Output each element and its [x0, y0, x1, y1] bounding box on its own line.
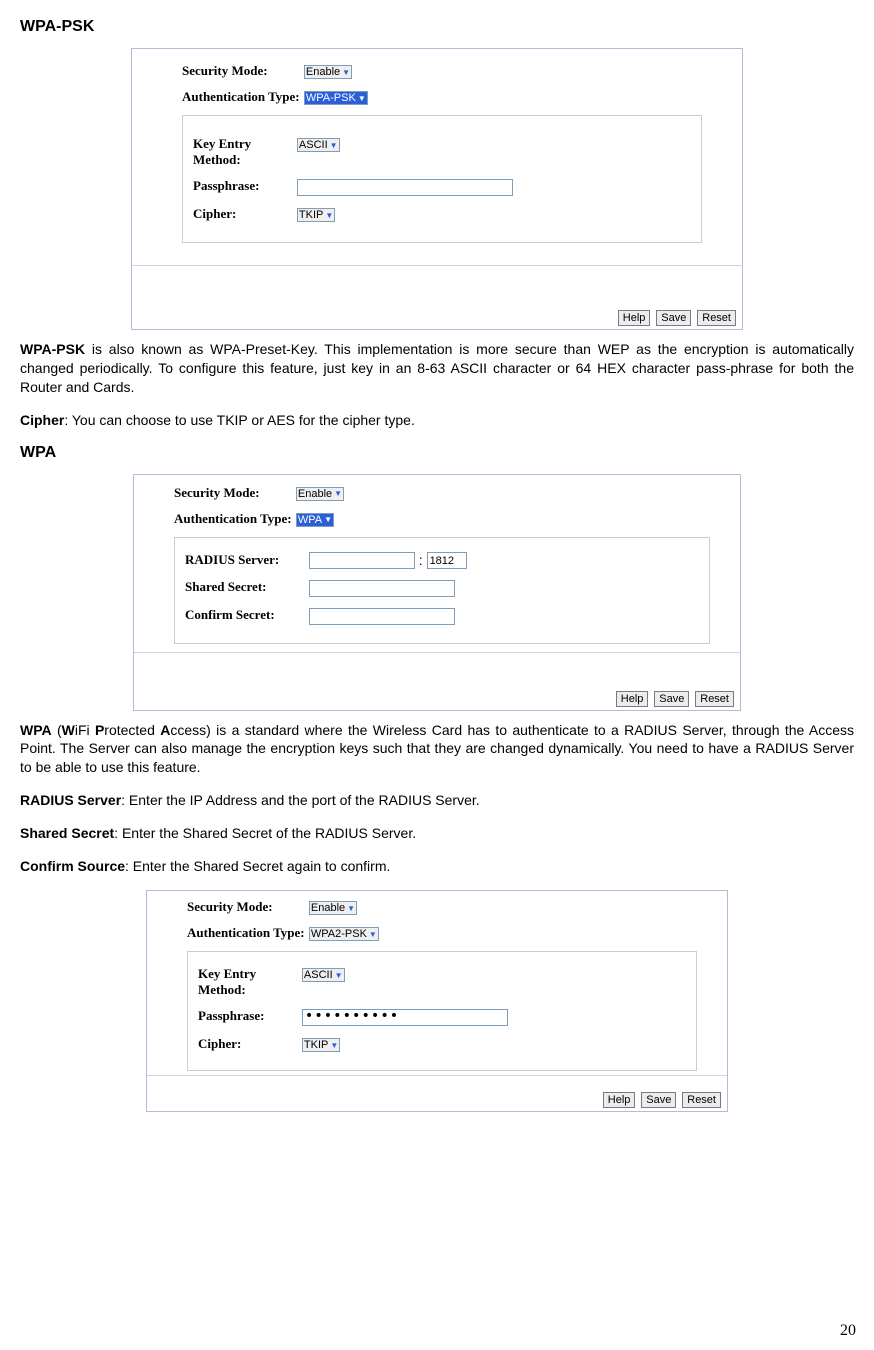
reset-button[interactable]: Reset	[682, 1092, 721, 1108]
label-security-mode: Security Mode:	[182, 63, 300, 79]
select-cipher[interactable]: TKIP▼	[297, 208, 335, 222]
help-button[interactable]: Help	[618, 310, 651, 326]
label-cipher: Cipher:	[193, 206, 293, 222]
chevron-down-icon: ▼	[325, 211, 333, 220]
label-key-entry: Key Entry Method:	[198, 966, 298, 998]
button-bar: Help Save Reset	[601, 1090, 721, 1108]
save-button[interactable]: Save	[641, 1092, 676, 1108]
settings-box: Key Entry Method: ASCII▼ Passphrase: •••…	[187, 951, 697, 1071]
select-cipher[interactable]: TKIP▼	[302, 1038, 340, 1052]
label-passphrase: Passphrase:	[198, 1008, 298, 1024]
button-bar: Help Save Reset	[616, 308, 736, 326]
input-passphrase[interactable]: ••••••••••	[302, 1009, 508, 1026]
save-button[interactable]: Save	[654, 691, 689, 707]
settings-box: RADIUS Server: : Shared Secret: Confirm …	[174, 537, 710, 644]
screenshot-panel-wpa2-psk: Security Mode: Enable▼ Authentication Ty…	[146, 890, 728, 1112]
input-shared-secret[interactable]	[309, 580, 455, 597]
input-radius-port[interactable]	[427, 552, 467, 569]
select-auth-type[interactable]: WPA2-PSK▼	[309, 927, 379, 941]
select-auth-type[interactable]: WPA▼	[296, 513, 334, 527]
label-cipher: Cipher:	[198, 1036, 298, 1052]
chevron-down-icon: ▼	[335, 971, 343, 980]
input-radius-ip[interactable]	[309, 552, 415, 569]
chevron-down-icon: ▼	[334, 489, 342, 498]
select-key-entry[interactable]: ASCII▼	[302, 968, 345, 982]
label-security-mode: Security Mode:	[187, 899, 305, 915]
reset-button[interactable]: Reset	[697, 310, 736, 326]
select-key-entry[interactable]: ASCII▼	[297, 138, 340, 152]
button-bar: Help Save Reset	[614, 689, 734, 707]
label-passphrase: Passphrase:	[193, 178, 293, 194]
select-security-mode[interactable]: Enable▼	[304, 65, 352, 79]
select-security-mode[interactable]: Enable▼	[296, 487, 344, 501]
label-auth-type: Authentication Type:	[187, 925, 305, 941]
settings-box: Key Entry Method: ASCII▼ Passphrase: Cip…	[182, 115, 702, 243]
paragraph-wpa-psk: WPA-PSK is also known as WPA-Preset-Key.…	[20, 340, 854, 397]
label-security-mode: Security Mode:	[174, 485, 292, 501]
input-passphrase[interactable]	[297, 179, 513, 196]
chevron-down-icon: ▼	[324, 515, 332, 524]
label-auth-type: Authentication Type:	[174, 511, 292, 527]
save-button[interactable]: Save	[656, 310, 691, 326]
paragraph-wpa: WPA (WiFi Protected Access) is a standar…	[20, 721, 854, 778]
reset-button[interactable]: Reset	[695, 691, 734, 707]
chevron-down-icon: ▼	[369, 930, 377, 939]
help-button[interactable]: Help	[603, 1092, 636, 1108]
chevron-down-icon: ▼	[330, 141, 338, 150]
chevron-down-icon: ▼	[342, 68, 350, 77]
heading-wpa: WPA	[20, 444, 854, 462]
chevron-down-icon: ▼	[330, 1041, 338, 1050]
paragraph-shared: Shared Secret: Enter the Shared Secret o…	[20, 824, 854, 843]
label-key-entry: Key Entry Method:	[193, 136, 293, 168]
select-auth-type[interactable]: WPA-PSK▼	[304, 91, 368, 105]
label-auth-type: Authentication Type:	[182, 89, 300, 105]
screenshot-panel-wpa-psk: Security Mode: Enable▼ Authentication Ty…	[131, 48, 743, 330]
input-confirm-secret[interactable]	[309, 608, 455, 625]
label-radius-server: RADIUS Server:	[185, 552, 305, 568]
label-shared-secret: Shared Secret:	[185, 579, 305, 595]
paragraph-cipher: Cipher: You can choose to use TKIP or AE…	[20, 411, 854, 430]
select-security-mode[interactable]: Enable▼	[309, 901, 357, 915]
paragraph-radius: RADIUS Server: Enter the IP Address and …	[20, 791, 854, 810]
chevron-down-icon: ▼	[358, 94, 366, 103]
help-button[interactable]: Help	[616, 691, 649, 707]
label-confirm-secret: Confirm Secret:	[185, 607, 305, 623]
paragraph-confirm: Confirm Source: Enter the Shared Secret …	[20, 857, 854, 876]
page-number: 20	[840, 1322, 856, 1340]
chevron-down-icon: ▼	[347, 904, 355, 913]
screenshot-panel-wpa: Security Mode: Enable▼ Authentication Ty…	[133, 474, 741, 711]
heading-wpa-psk: WPA-PSK	[20, 18, 854, 36]
